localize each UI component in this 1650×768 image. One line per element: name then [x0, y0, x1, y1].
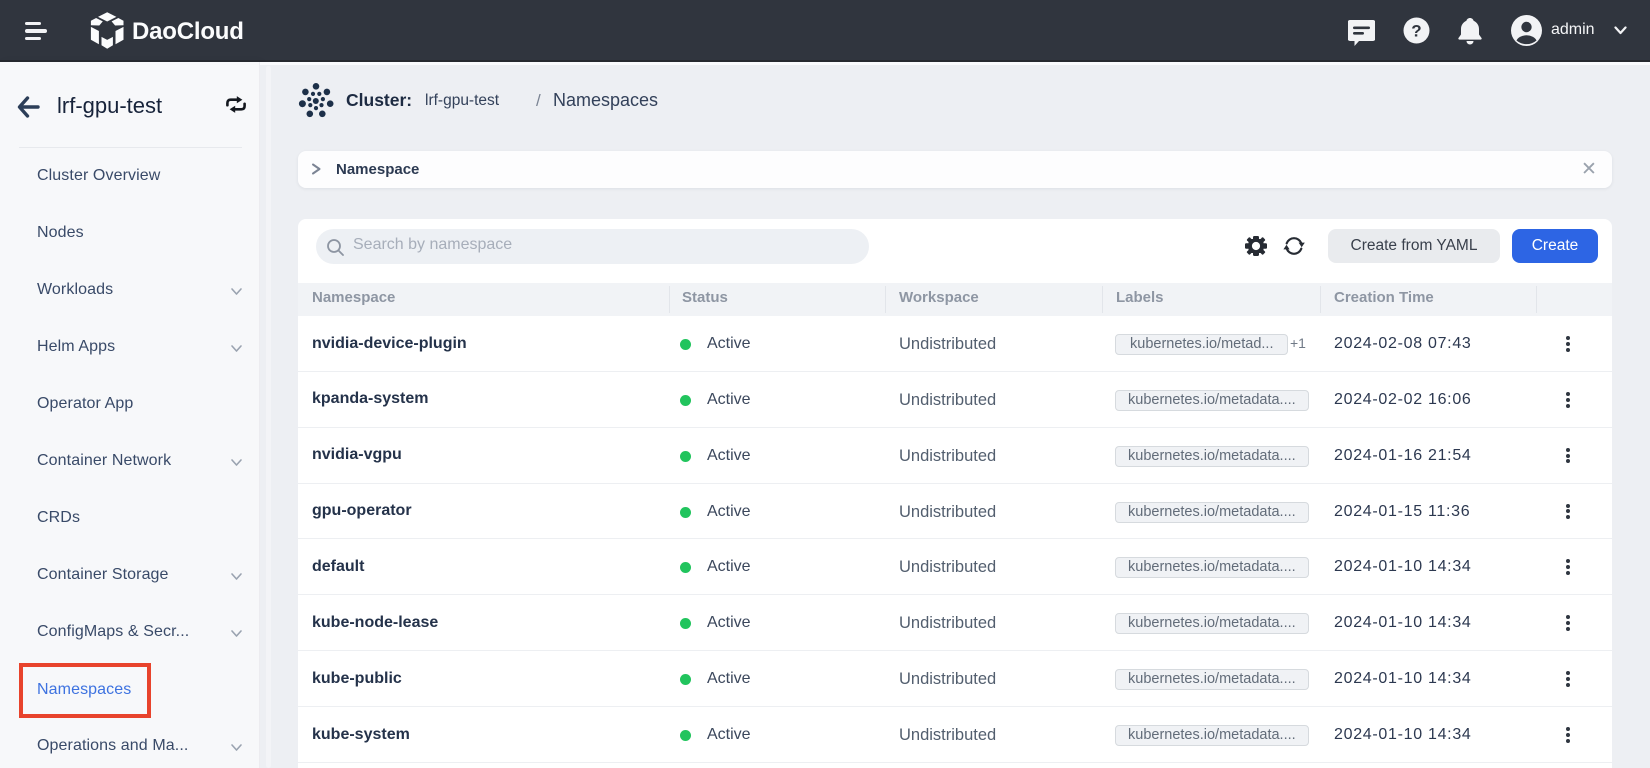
svg-text:?: ?	[1411, 22, 1421, 41]
